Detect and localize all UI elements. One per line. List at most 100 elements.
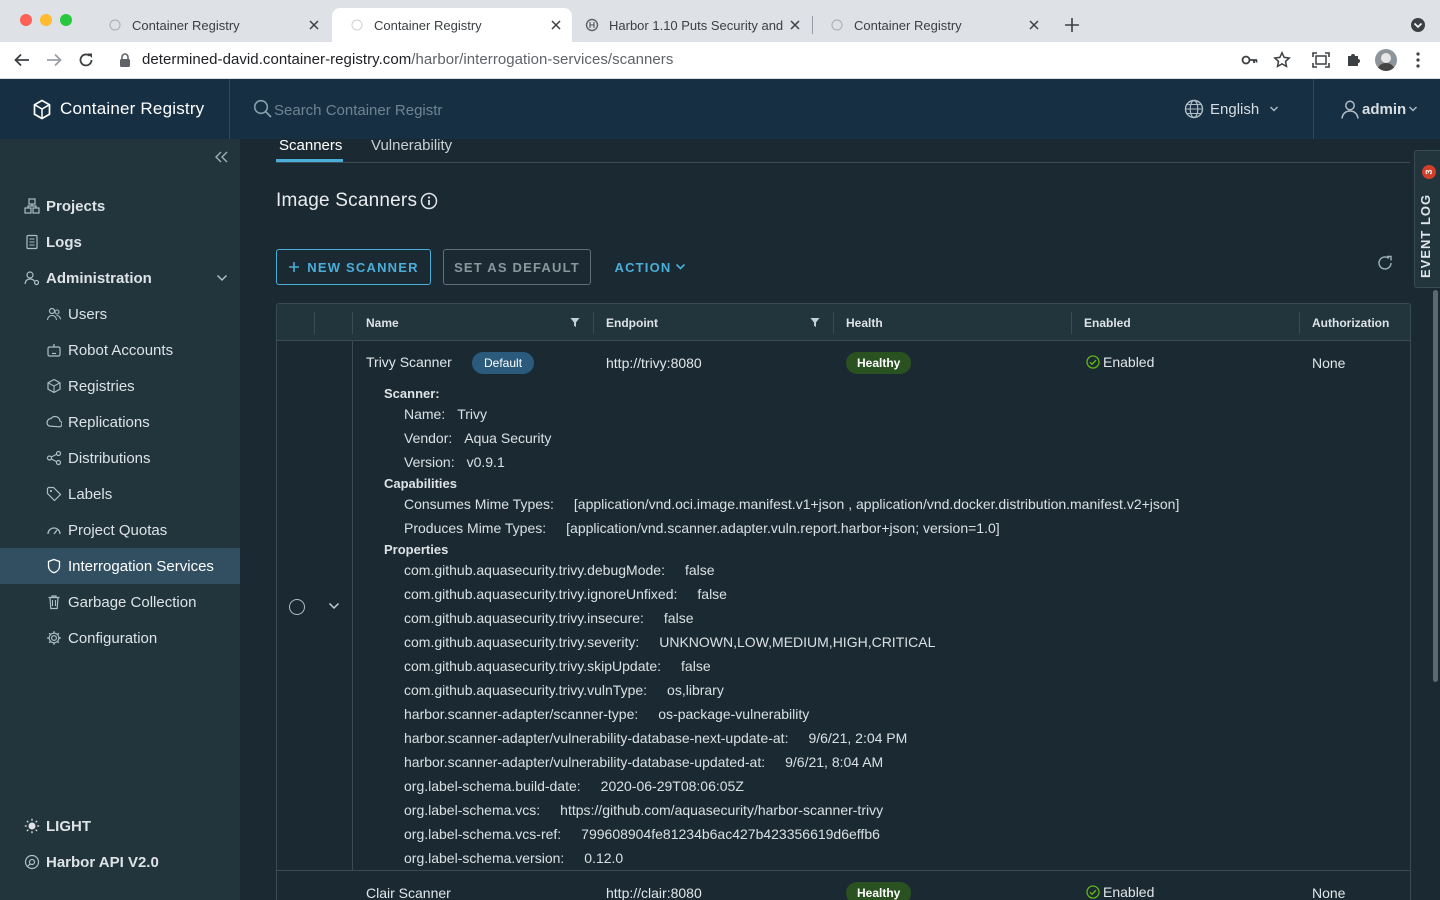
search-input[interactable] xyxy=(274,99,524,121)
sidebar-item-projects[interactable]: Projects xyxy=(0,188,240,224)
bookmark-star-icon[interactable] xyxy=(1273,51,1291,69)
event-log-label[interactable]: EVENT LOG xyxy=(1418,194,1433,278)
search-icon[interactable] xyxy=(253,99,273,119)
info-icon[interactable] xyxy=(420,192,438,210)
url-field[interactable]: determined-david.container-registry.com/… xyxy=(142,51,673,68)
sidebar-item-garbage-collection[interactable]: Garbage Collection xyxy=(0,584,240,620)
close-tab-icon[interactable] xyxy=(787,17,803,33)
language-selector[interactable]: English xyxy=(1184,98,1279,120)
tab-search-icon[interactable] xyxy=(1409,16,1427,34)
column-header-authorization[interactable]: Authorization xyxy=(1312,304,1389,341)
enabled-status: Enabled xyxy=(1086,884,1154,900)
sidebar-item-interrogation-services[interactable]: Interrogation Services xyxy=(0,548,240,584)
detail-row: org.label-schema.vcs: https://github.com/… xyxy=(404,802,883,818)
row-select-radio[interactable] xyxy=(289,599,305,615)
close-tab-icon[interactable] xyxy=(1026,17,1042,33)
column-header-name[interactable]: Name xyxy=(366,304,399,341)
detail-value: v0.9.1 xyxy=(466,454,505,470)
sidebar-item-label: Robot Accounts xyxy=(68,341,174,359)
reload-icon[interactable] xyxy=(76,50,96,70)
chevron-down-icon xyxy=(675,263,685,270)
api-link[interactable]: Harbor API V2.0 xyxy=(0,844,240,880)
set-as-default-button[interactable]: SET AS DEFAULT xyxy=(443,249,591,285)
scanner-name[interactable]: Clair Scanner xyxy=(366,885,451,900)
detail-key: com.github.aquasecurity.trivy.insecure: xyxy=(404,610,644,626)
screen-capture-icon[interactable] xyxy=(1312,52,1330,68)
close-tab-icon[interactable] xyxy=(548,17,564,33)
expand-row-chevron-icon[interactable] xyxy=(328,602,340,610)
close-window-button[interactable] xyxy=(20,14,32,26)
detail-key: Consumes Mime Types: xyxy=(404,496,554,512)
app-header: Container Registry English admin xyxy=(0,79,1440,139)
scanner-endpoint: http://trivy:8080 xyxy=(606,355,702,371)
detail-row: com.github.aquasecurity.trivy.skipUpdate… xyxy=(404,658,711,674)
column-header-enabled[interactable]: Enabled xyxy=(1084,304,1131,341)
globe-icon xyxy=(1184,99,1204,119)
column-separator xyxy=(352,312,353,334)
sidebar-item-administration[interactable]: Administration xyxy=(0,260,240,296)
extensions-puzzle-icon[interactable] xyxy=(1345,51,1363,69)
back-icon[interactable] xyxy=(12,50,32,70)
sidebar-item-distributions[interactable]: Distributions xyxy=(0,440,240,476)
filter-icon[interactable] xyxy=(810,317,820,328)
api-icon xyxy=(24,854,40,870)
trash-icon xyxy=(46,594,62,610)
datagrid-header: Name Endpoint Health Enabled Authorizati… xyxy=(277,304,1410,341)
projects-icon xyxy=(24,198,40,214)
profile-avatar[interactable] xyxy=(1375,49,1397,71)
sidebar-item-label: Interrogation Services xyxy=(68,557,214,575)
tab-vulnerability[interactable]: Vulnerability xyxy=(371,137,452,154)
lock-icon[interactable] xyxy=(119,53,131,67)
detail-row: Version: v0.9.1 xyxy=(404,454,505,470)
new-tab-icon[interactable] xyxy=(1062,15,1082,35)
detail-row: com.github.aquasecurity.trivy.ignoreUnfi… xyxy=(404,586,727,602)
detail-key: org.label-schema.vcs: xyxy=(404,802,541,818)
detail-key: com.github.aquasecurity.trivy.ignoreUnfi… xyxy=(404,586,678,602)
column-header-health[interactable]: Health xyxy=(846,304,883,341)
chevron-down-icon xyxy=(1409,106,1418,112)
brand-name[interactable]: Container Registry xyxy=(60,99,204,119)
maximize-window-button[interactable] xyxy=(60,14,72,26)
forward-icon[interactable] xyxy=(44,50,64,70)
scanner-name[interactable]: Trivy Scanner xyxy=(366,354,452,370)
logo-icon[interactable] xyxy=(32,99,52,120)
key-icon[interactable] xyxy=(1241,52,1259,68)
detail-value: 9/6/21, 8:04 AM xyxy=(785,754,884,770)
browser-tab-1[interactable]: Container Registry xyxy=(90,8,330,42)
health-badge: Healthy xyxy=(846,882,912,900)
sidebar-item-robot-accounts[interactable]: Robot Accounts xyxy=(0,332,240,368)
sidebar-item-configuration[interactable]: Configuration xyxy=(0,620,240,656)
browser-menu-icon[interactable] xyxy=(1410,51,1426,69)
robot-icon xyxy=(46,342,62,358)
browser-tab-4[interactable]: Container Registry xyxy=(812,8,1050,42)
action-dropdown-button[interactable]: ACTION xyxy=(608,249,692,285)
browser-tab-3[interactable]: Harbor 1.10 Puts Security and I xyxy=(573,8,811,42)
detail-value: os,library xyxy=(667,682,724,698)
sidebar-item-registries[interactable]: Registries xyxy=(0,368,240,404)
page-scrollbar[interactable] xyxy=(1433,290,1438,682)
column-separator xyxy=(1071,312,1072,334)
sidebar-item-label: Distributions xyxy=(68,449,151,467)
user-menu[interactable]: admin xyxy=(1340,98,1418,120)
new-scanner-button[interactable]: NEW SCANNER xyxy=(276,249,431,285)
column-header-endpoint[interactable]: Endpoint xyxy=(606,304,658,341)
sidebar-item-label: Labels xyxy=(68,485,113,503)
detail-row: Consumes Mime Types: [application/vnd.oci… xyxy=(404,496,1179,512)
favicon-icon xyxy=(351,19,363,31)
sun-icon xyxy=(24,818,40,834)
sidebar-item-replications[interactable]: Replications xyxy=(0,404,240,440)
sidebar-item-labels[interactable]: Labels xyxy=(0,476,240,512)
filter-icon[interactable] xyxy=(570,317,580,328)
sidebar-item-users[interactable]: Users xyxy=(0,296,240,332)
collapse-sidebar-icon[interactable] xyxy=(213,150,229,164)
theme-toggle[interactable]: LIGHT xyxy=(0,808,240,844)
sidebar-item-label: Registries xyxy=(68,377,135,395)
refresh-icon[interactable] xyxy=(1376,254,1394,272)
sidebar-item-project-quotas[interactable]: Project Quotas xyxy=(0,512,240,548)
minimize-window-button[interactable] xyxy=(40,14,52,26)
tab-scanners[interactable]: Scanners xyxy=(279,137,342,154)
close-tab-icon[interactable] xyxy=(306,17,322,33)
browser-tab-2[interactable]: Container Registry xyxy=(332,8,572,42)
sidebar-item-logs[interactable]: Logs xyxy=(0,224,240,260)
detail-value: Aqua Security xyxy=(464,430,552,446)
